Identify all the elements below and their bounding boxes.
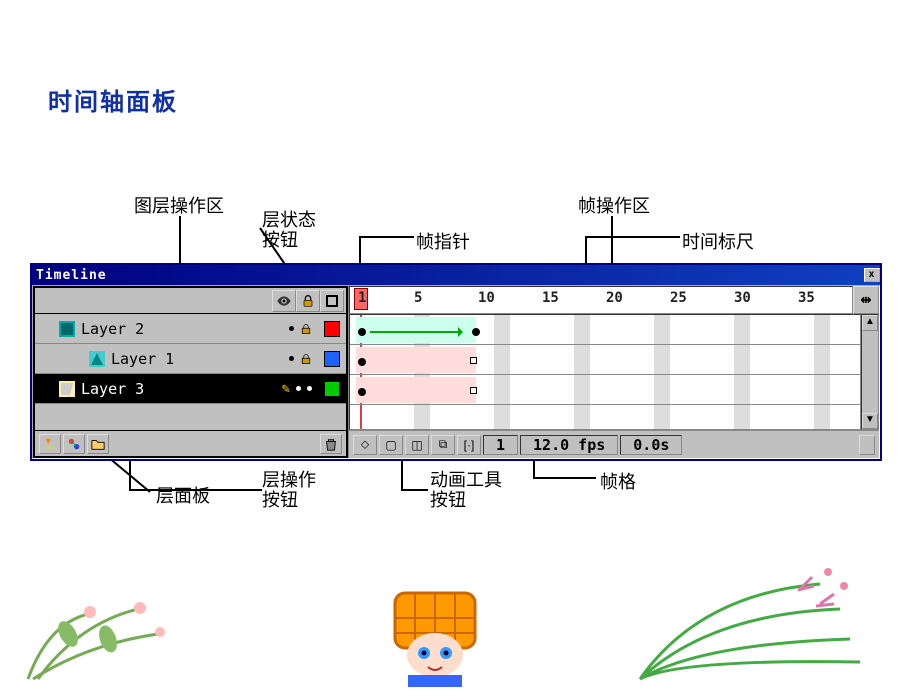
layer-area: Layer 2 Layer 1 Layer 3: [33, 286, 349, 458]
visible-dot-icon[interactable]: [296, 386, 301, 391]
layer-footer: [33, 430, 348, 458]
layer-row[interactable]: Layer 3 ✎: [35, 374, 346, 404]
decorative-character: [380, 583, 490, 688]
scroll-track[interactable]: [862, 331, 878, 413]
keyframe-icon[interactable]: [358, 328, 366, 336]
frames-body: ▲ ▼: [349, 314, 879, 430]
delete-layer-button[interactable]: [320, 434, 342, 454]
titlebar[interactable]: Timeline x: [32, 265, 880, 285]
current-frame-field: 1: [483, 435, 518, 455]
label-time-ruler: 时间标尺: [682, 228, 754, 254]
layers-list: Layer 2 Layer 1 Layer 3: [33, 314, 348, 430]
label-layer-op-area: 图层操作区: [134, 192, 224, 218]
elapsed-time-field: 0.0s: [620, 435, 682, 455]
keyframe-icon[interactable]: [358, 358, 366, 366]
color-swatch[interactable]: [324, 351, 340, 367]
layer-row[interactable]: Layer 1: [35, 344, 346, 374]
layer-name: Layer 3: [81, 380, 276, 398]
lock-column-icon[interactable]: [296, 290, 320, 312]
ruler-mark: 10: [478, 290, 495, 306]
ruler-mark: 25: [670, 290, 687, 306]
decorative-plant-right: [620, 564, 880, 684]
frame-view-button[interactable]: ⇹: [853, 286, 879, 314]
onion-skin-button[interactable]: ▢: [379, 435, 403, 455]
add-guide-button[interactable]: [63, 434, 85, 454]
lock-icon[interactable]: [300, 353, 312, 365]
frames-grid[interactable]: [349, 314, 861, 430]
panel-body: Layer 2 Layer 1 Layer 3: [32, 285, 880, 459]
layer-icon: [59, 321, 75, 337]
shape-tween-span: [356, 377, 476, 403]
close-button[interactable]: x: [864, 268, 880, 282]
color-swatch[interactable]: [324, 381, 340, 397]
timeline-panel: Timeline x Layer 2: [30, 263, 882, 461]
vertical-scrollbar[interactable]: ▲ ▼: [861, 314, 879, 430]
layer-header: [33, 286, 348, 314]
color-swatch[interactable]: [324, 321, 340, 337]
label-layer-op-btn: 层操作 按钮: [262, 470, 316, 510]
tween-arrow-icon: [370, 331, 462, 333]
layer-icon: [59, 381, 75, 397]
add-layer-button[interactable]: [39, 434, 61, 454]
label-frame-op-area: 帧操作区: [578, 192, 650, 218]
label-layer-state-btn: 层状态 按钮: [262, 210, 316, 250]
ruler-row: 1 5 10 15 20 25 30 35 ⇹: [349, 286, 879, 314]
pencil-icon: ✎: [282, 381, 290, 397]
ruler-mark: 15: [542, 290, 559, 306]
outline-column-icon[interactable]: [320, 290, 344, 312]
ruler-mark: 20: [606, 290, 623, 306]
lock-icon[interactable]: [300, 323, 312, 335]
scroll-down-button[interactable]: ▼: [862, 413, 878, 429]
onion-outline-button[interactable]: ◫: [405, 435, 429, 455]
label-frame-cell: 帧格: [600, 468, 636, 494]
label-anim-tool-btn: 动画工具 按钮: [430, 470, 502, 510]
layer-row[interactable]: Layer 2: [35, 314, 346, 344]
modify-markers-button[interactable]: [·]: [457, 435, 481, 455]
fps-field: 12.0 fps: [520, 435, 618, 455]
center-frame-button[interactable]: ⬦: [353, 435, 377, 455]
ruler-mark: 35: [798, 290, 815, 306]
page-title: 时间轴面板: [48, 82, 178, 117]
frame-area: 1 5 10 15 20 25 30 35 ⇹: [349, 286, 879, 458]
ruler-current: 1: [358, 290, 366, 306]
label-layer-panel: 层面板: [156, 482, 210, 508]
edit-multi-button[interactable]: ⧉: [431, 435, 455, 455]
keyframe-icon[interactable]: [472, 328, 480, 336]
visible-dot-icon[interactable]: [289, 356, 294, 361]
add-folder-button[interactable]: [87, 434, 109, 454]
horizontal-scroll-handle[interactable]: [859, 435, 875, 455]
label-playhead: 帧指针: [416, 228, 470, 254]
empty-keyframe-icon[interactable]: [470, 387, 477, 394]
layer-name: Layer 1: [111, 350, 283, 368]
time-ruler[interactable]: 1 5 10 15 20 25 30 35: [349, 286, 853, 314]
keyframe-icon[interactable]: [358, 388, 366, 396]
shape-tween-span: [356, 347, 476, 373]
titlebar-text: Timeline: [36, 268, 107, 283]
ruler-mark: 5: [414, 290, 422, 306]
visible-dot-icon[interactable]: [289, 326, 294, 331]
frame-footer: ⬦ ▢ ◫ ⧉ [·] 1 12.0 fps 0.0s: [349, 430, 879, 458]
ruler-mark: 30: [734, 290, 751, 306]
empty-keyframe-icon[interactable]: [470, 357, 477, 364]
eye-column-icon[interactable]: [272, 290, 296, 312]
decorative-plant-left: [8, 584, 218, 684]
layer-icon: [89, 351, 105, 367]
scroll-up-button[interactable]: ▲: [862, 315, 878, 331]
lock-dot-icon[interactable]: [307, 386, 312, 391]
layer-name: Layer 2: [81, 320, 283, 338]
